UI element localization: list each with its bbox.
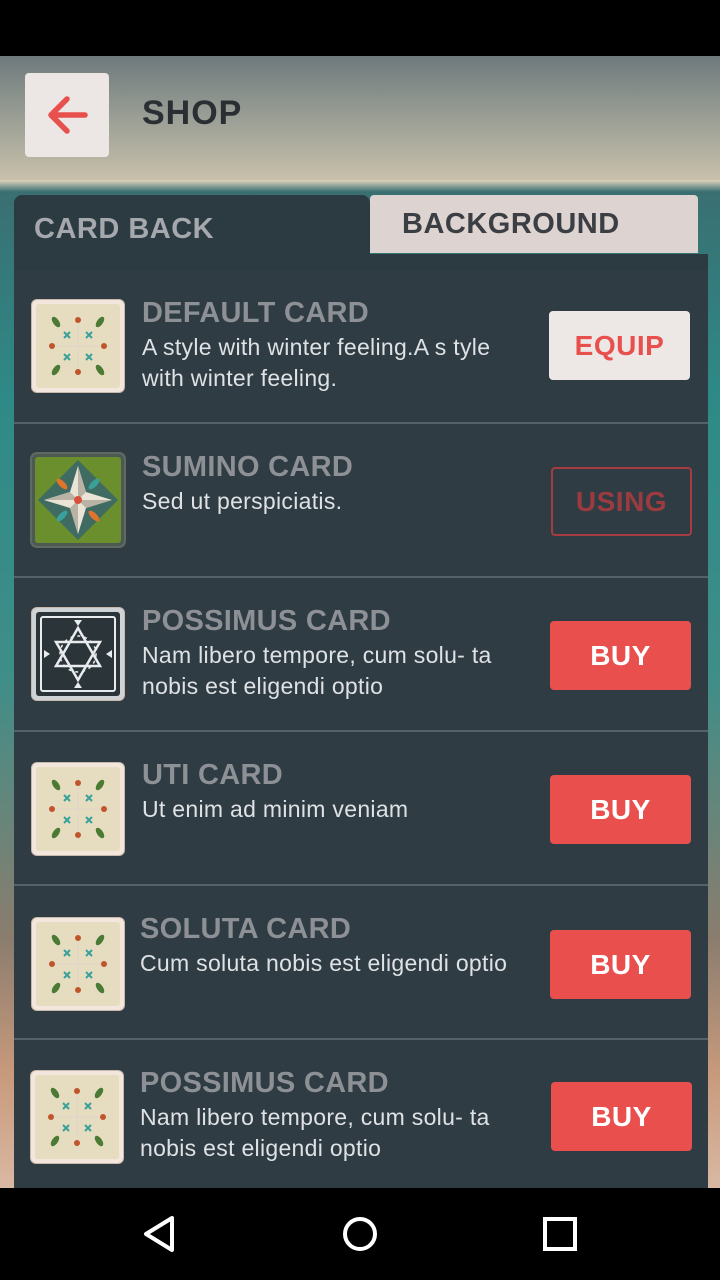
star-green-pattern-icon xyxy=(35,457,121,543)
circle-home-icon xyxy=(343,1217,377,1251)
triangle-back-icon xyxy=(144,1216,174,1252)
item-name: UTI CARD xyxy=(142,759,283,791)
buy-button[interactable]: BUY xyxy=(550,621,691,690)
list-item: SOLUTA CARD Cum soluta nobis est eligend… xyxy=(14,886,708,1040)
item-name: POSSIMUS CARD xyxy=(140,1067,389,1099)
tab-label: CARD BACK xyxy=(34,213,215,245)
buy-button[interactable]: BUY xyxy=(551,1082,692,1151)
item-description: Nam libero tempore, cum solu- ta nobis e… xyxy=(140,1104,490,1161)
list-item: UTI CARD Ut enim ad minim veniam BUY xyxy=(14,732,708,886)
list-item: SUMINO CARD Sed ut perspiciatis. USING xyxy=(14,424,708,578)
buy-button[interactable]: BUY xyxy=(550,775,691,844)
tab-background[interactable]: BACKGROUND xyxy=(370,195,698,253)
item-description: A style with winter feeling.A s tyle wit… xyxy=(142,334,491,391)
navigation-bar xyxy=(0,1188,720,1280)
winter-pattern-icon xyxy=(36,304,120,388)
item-description: Sed ut perspiciatis. xyxy=(142,488,343,514)
back-button[interactable] xyxy=(25,73,109,157)
using-button[interactable]: USING xyxy=(551,467,692,536)
item-description: Ut enim ad minim veniam xyxy=(142,796,409,822)
item-name: SUMINO CARD xyxy=(142,451,354,483)
status-bar xyxy=(0,0,720,56)
card-thumbnail xyxy=(32,918,124,1010)
winter-pattern-icon xyxy=(35,1075,119,1159)
equip-button[interactable]: EQUIP xyxy=(549,311,690,380)
item-description: Nam libero tempore, cum solu- ta nobis e… xyxy=(142,642,492,699)
page-title: SHOP xyxy=(142,94,243,132)
card-thumbnail xyxy=(32,608,124,700)
card-thumbnail xyxy=(32,763,124,855)
card-thumbnail xyxy=(32,454,124,546)
list-item: DEFAULT CARD A style with winter feeling… xyxy=(14,270,708,424)
hexagram-dark-pattern-icon xyxy=(36,612,120,696)
winter-pattern-icon xyxy=(36,922,120,1006)
tab-card-back[interactable]: CARD BACK xyxy=(14,195,370,259)
arrow-left-icon xyxy=(48,96,88,134)
item-name: SOLUTA CARD xyxy=(140,913,352,945)
item-name: DEFAULT CARD xyxy=(142,297,369,329)
square-recents-icon xyxy=(543,1217,577,1251)
list-item: POSSIMUS CARD Nam libero tempore, cum so… xyxy=(14,578,708,732)
nav-recents-button[interactable] xyxy=(530,1206,590,1262)
item-name: POSSIMUS CARD xyxy=(142,605,391,637)
card-thumbnail xyxy=(31,1071,123,1163)
card-thumbnail xyxy=(32,300,124,392)
tab-label: BACKGROUND xyxy=(402,208,620,240)
nav-back-button[interactable] xyxy=(130,1206,190,1262)
list-item: POSSIMUS CARD Nam libero tempore, cum so… xyxy=(14,1040,708,1188)
item-description: Cum soluta nobis est eligendi optio xyxy=(140,950,508,976)
winter-pattern-icon xyxy=(36,767,120,851)
buy-button[interactable]: BUY xyxy=(550,930,691,999)
nav-home-button[interactable] xyxy=(330,1206,390,1262)
